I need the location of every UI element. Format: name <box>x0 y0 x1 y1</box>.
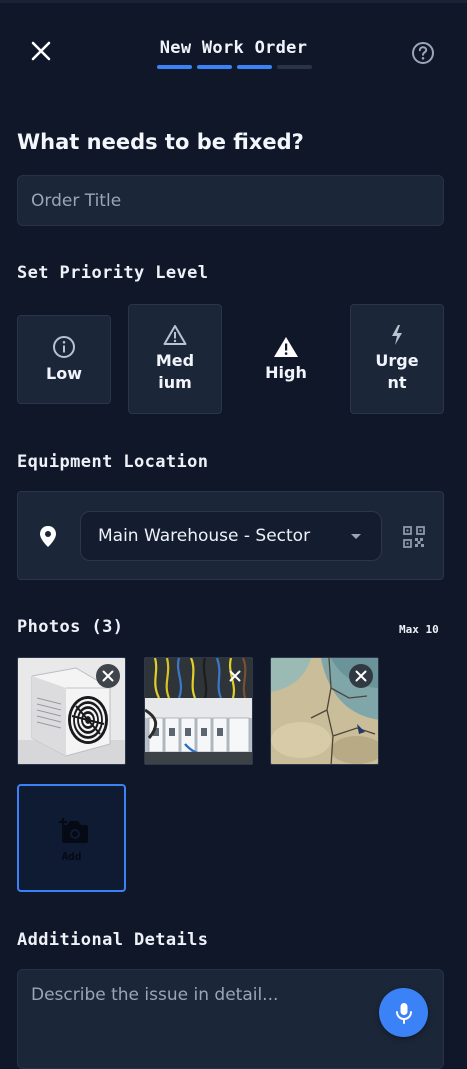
warning-filled-icon <box>274 336 298 357</box>
help-button[interactable] <box>410 40 436 66</box>
priority-section-label: Set Priority Level <box>17 263 209 283</box>
warning-outline-icon <box>163 325 187 345</box>
priority-label-low: Low <box>46 363 82 383</box>
progress-step-2 <box>197 65 232 69</box>
priority-option-low[interactable]: Low <box>17 315 111 404</box>
voice-input-button[interactable] <box>379 988 428 1037</box>
remove-photo-button[interactable] <box>96 664 120 688</box>
microphone-icon <box>395 1002 412 1024</box>
qr-code-icon[interactable] <box>402 525 426 549</box>
add-photo-button[interactable]: Add <box>17 784 126 892</box>
add-camera-icon <box>59 818 88 843</box>
help-icon <box>412 42 434 64</box>
priority-label-high: High <box>265 362 307 382</box>
chevron-down-icon <box>351 534 361 539</box>
order-title-input[interactable] <box>17 175 444 226</box>
photo-thumbnail-cracked-floor[interactable] <box>270 657 379 765</box>
map-pin-icon <box>40 526 56 547</box>
remove-photo-button[interactable] <box>349 664 373 688</box>
location-select[interactable]: Main Warehouse - Sector <box>80 511 382 561</box>
info-circle-icon <box>53 335 75 358</box>
progress-step-4 <box>277 65 312 69</box>
progress-step-1 <box>157 65 192 69</box>
photo-thumbnail-electrical-panel[interactable] <box>144 657 253 765</box>
page-title: New Work Order <box>159 38 308 58</box>
close-icon <box>229 670 241 682</box>
question-title: What needs to be fixed? <box>17 130 304 154</box>
details-section-label: Additional Details <box>17 930 209 950</box>
location-select-value: Main Warehouse - Sector <box>98 526 311 546</box>
priority-option-high[interactable]: High <box>239 315 333 404</box>
priority-option-medium[interactable]: Med ium <box>128 304 222 414</box>
close-icon <box>102 670 114 682</box>
priority-option-urgent[interactable]: Urge nt <box>350 304 444 414</box>
add-photo-label: Add <box>61 850 82 863</box>
remove-photo-button[interactable] <box>223 664 247 688</box>
bolt-icon <box>392 325 402 345</box>
step-progress <box>157 65 312 69</box>
photos-max-label: Max 10 <box>399 623 439 636</box>
priority-label-urgent: Urge nt <box>375 351 419 392</box>
close-icon <box>355 670 367 682</box>
location-card: Main Warehouse - Sector <box>17 491 444 580</box>
location-section-label: Equipment Location <box>17 452 209 472</box>
photo-thumbnail-ac-unit[interactable] <box>17 657 126 765</box>
progress-step-3 <box>237 65 272 69</box>
photos-section-label: Photos (3) <box>17 617 124 637</box>
top-divider <box>0 0 467 3</box>
priority-label-medium: Med ium <box>155 351 195 392</box>
